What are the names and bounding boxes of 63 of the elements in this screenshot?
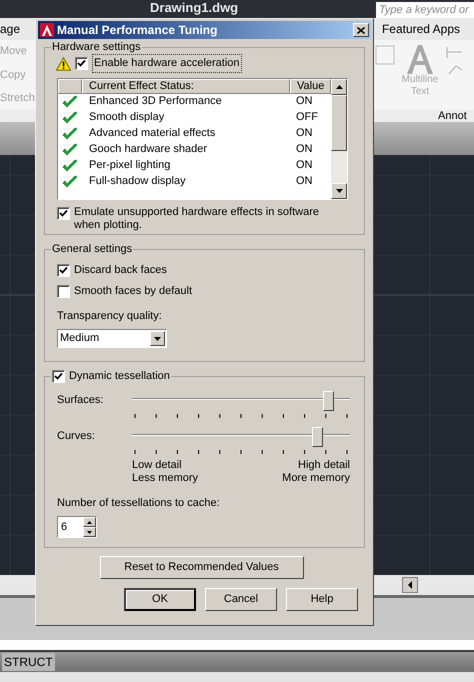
scroll-bar[interactable] — [331, 78, 347, 198]
table-cell-text: OFF — [295, 110, 319, 126]
panel-label: Annot — [438, 110, 468, 122]
slider-thumb[interactable] — [323, 390, 334, 410]
table-cell-text: ON — [295, 142, 314, 158]
checkbox[interactable] — [57, 206, 70, 220]
table-cell-text: Gooch hardware shader — [88, 142, 208, 158]
table-cell-text: Advanced material effects — [88, 126, 216, 142]
close-icon — [357, 26, 365, 34]
checkbox[interactable] — [75, 57, 88, 70]
table-cell-text: Full-shadow display — [88, 174, 187, 190]
group-title: Hardware settings — [51, 40, 142, 55]
layout-tab[interactable]: STRUCT — [2, 653, 55, 671]
window-title: Drawing1.dwg — [150, 0, 238, 16]
checkmark-icon — [62, 126, 78, 140]
dialog-title: Manual Performance Tuning — [57, 22, 218, 39]
column-header[interactable]: Current Effect Status: — [82, 78, 290, 94]
table-cell-text: ON — [295, 158, 314, 174]
table-cell-text: ON — [295, 174, 314, 190]
scale-label: High detail — [298, 458, 350, 472]
checkmark-icon — [62, 158, 78, 172]
reset-button[interactable]: Reset to Recommended Values — [100, 556, 304, 579]
caret-icon — [154, 336, 161, 340]
warning-icon — [56, 56, 71, 70]
slider-thumb[interactable] — [312, 426, 324, 446]
spinner-field[interactable]: 6 — [57, 516, 97, 538]
checkbox-label[interactable]: Enable hardware acceleration — [92, 54, 242, 73]
dialog-button[interactable]: Help — [286, 588, 358, 611]
ribbon-tab[interactable]: Featured Apps — [382, 20, 474, 38]
slider-label: Surfaces: — [57, 392, 104, 408]
arrow-down-icon[interactable] — [336, 188, 342, 192]
checkbox[interactable] — [57, 285, 70, 298]
close-button[interactable] — [353, 23, 369, 37]
arrow-down-icon[interactable] — [87, 530, 92, 534]
table-cell-text: Enhanced 3D Performance — [88, 94, 223, 110]
app-logo-icon — [40, 23, 54, 37]
field-label: Transparency quality: — [57, 308, 163, 324]
table-cell-text: ON — [295, 126, 314, 142]
dropdown[interactable]: Medium — [57, 329, 167, 348]
scale-label: Less memory — [132, 472, 198, 484]
arrow-up-icon[interactable] — [336, 84, 342, 88]
table-cell-text: ON — [295, 94, 314, 110]
checkbox-label[interactable]: Emulate unsupported hardware effects in software when plotting. — [74, 206, 334, 232]
dialog-button[interactable]: Cancel — [205, 588, 277, 611]
scale-label: Low detail — [132, 458, 183, 472]
column-header[interactable]: Value — [290, 78, 331, 94]
field-label: Number of tessellations to cache: — [57, 496, 221, 510]
arrow-up-icon[interactable] — [87, 520, 92, 524]
checkbox[interactable] — [52, 370, 65, 383]
ribbon-tab[interactable]: age — [0, 20, 20, 38]
arrow-left-icon[interactable] — [402, 577, 418, 593]
dialog-button[interactable]: OK — [124, 588, 196, 611]
checkbox[interactable] — [57, 264, 70, 277]
table-cell-text: Per-pixel lighting — [88, 158, 172, 174]
table-cell-text: Smooth display — [88, 110, 166, 126]
checkbox-label[interactable]: Smooth faces by default — [74, 283, 192, 300]
checkbox-label[interactable]: Discard back faces — [74, 262, 167, 279]
group-title: General settings — [51, 242, 134, 257]
slider-label: Curves: — [57, 428, 96, 444]
column-header[interactable] — [58, 78, 82, 94]
checkbox-label[interactable]: Dynamic tessellation — [69, 368, 170, 384]
scale-label: More memory — [282, 472, 350, 484]
checkmark-icon — [62, 174, 78, 188]
